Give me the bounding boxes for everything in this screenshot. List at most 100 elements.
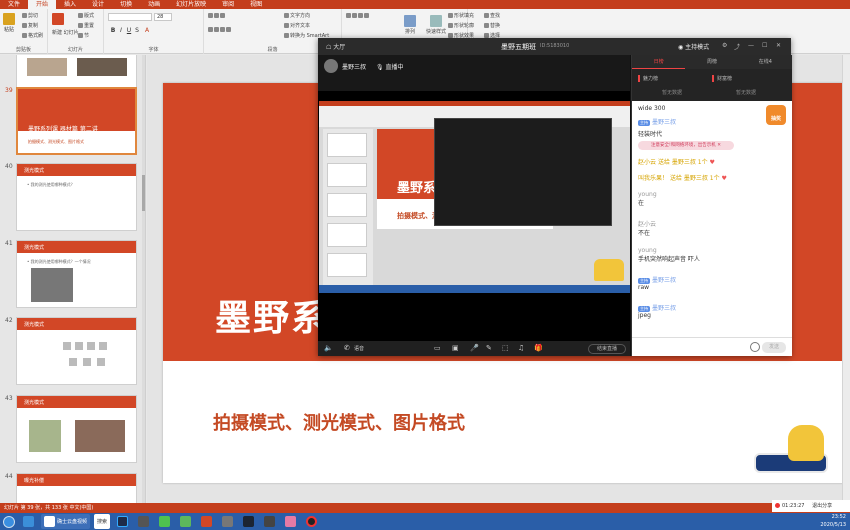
scrollbar-thumb[interactable]: [142, 175, 145, 211]
paste-icon: [3, 13, 15, 25]
slide-thumb-40[interactable]: 测光模式 • 我的测光使用哪种模式？: [16, 163, 137, 231]
tab-view[interactable]: 视图: [242, 0, 270, 9]
music-icon[interactable]: ♫: [518, 344, 524, 352]
tab-slideshow[interactable]: 幻灯片放映: [168, 0, 214, 9]
nested-thumbs: [323, 129, 373, 289]
start-button[interactable]: [0, 513, 18, 530]
shape-outline-button[interactable]: 形状轮廓: [448, 22, 474, 29]
taskbar-app[interactable]: [282, 514, 299, 529]
slide-thumb-42[interactable]: 测光模式: [16, 317, 137, 385]
replace-button[interactable]: 替换: [484, 22, 500, 29]
slide-subtitle[interactable]: 拍摄模式、测光模式、图片格式: [213, 409, 465, 435]
taskbar-recorder[interactable]: [303, 514, 320, 529]
section-button[interactable]: 节: [78, 32, 89, 39]
settings-icon[interactable]: ⚙: [722, 42, 727, 49]
minimize-icon[interactable]: —: [748, 42, 754, 49]
shapes-gallery[interactable]: [346, 13, 369, 18]
arrange-button[interactable]: 排列: [404, 15, 416, 35]
volume-icon[interactable]: 🔈: [324, 344, 333, 352]
tab-transitions[interactable]: 切换: [112, 0, 140, 9]
font-size-field[interactable]: 28: [154, 13, 172, 21]
taskbar-app[interactable]: [219, 514, 236, 529]
end-live-button[interactable]: 结束直播: [588, 344, 626, 354]
back-to-lobby-button[interactable]: ☖ 大厅: [326, 42, 345, 51]
taskbar-wechat[interactable]: [156, 514, 173, 529]
emoji-icon[interactable]: [750, 342, 760, 352]
phone-icon[interactable]: ✆: [344, 344, 350, 352]
thumbnail-scrollbar[interactable]: [142, 55, 145, 503]
slide-thumb-41[interactable]: 测光模式 • 我的测光使用哪种模式？一个情况: [16, 240, 137, 308]
notice-banner[interactable]: 注意安全!和网络环境，出告示机 ✕: [638, 141, 734, 150]
edit-icon[interactable]: ✎: [486, 344, 492, 352]
wealth-rank-value: 暂无数据: [736, 90, 757, 96]
tab-design[interactable]: 设计: [84, 0, 112, 9]
bold-button[interactable]: B: [110, 27, 116, 34]
cut-button[interactable]: 剪切: [22, 12, 38, 19]
quick-styles-button[interactable]: 快速样式: [426, 15, 446, 35]
align-buttons[interactable]: [208, 27, 231, 32]
underline-button[interactable]: U: [126, 27, 132, 34]
shape-fill-button[interactable]: 形状填充: [448, 12, 474, 19]
taskbar-cloud-video[interactable]: 确士云盘视频: [41, 514, 91, 529]
font-name-field[interactable]: [108, 13, 152, 21]
taskbar-lightroom[interactable]: [240, 514, 257, 529]
font-color-button[interactable]: A: [144, 27, 150, 34]
slide-title[interactable]: 墨野系: [215, 289, 329, 341]
taskbar-lr[interactable]: [135, 514, 152, 529]
taskbar-ie[interactable]: [20, 514, 37, 529]
new-slide-button[interactable]: [52, 13, 64, 25]
find-button[interactable]: 查找: [484, 12, 500, 19]
taskbar-powerpoint[interactable]: [198, 514, 215, 529]
send-button[interactable]: 发送: [762, 342, 786, 353]
voice-label[interactable]: 语音: [354, 345, 364, 352]
share-icon[interactable]: ⤴: [734, 42, 740, 51]
avatar[interactable]: [324, 59, 338, 73]
room-title: 墨野五期班: [501, 43, 536, 51]
pointer-icon[interactable]: ⬚: [502, 344, 509, 352]
paste-button[interactable]: 粘贴: [3, 13, 15, 33]
slide-thumb-43[interactable]: 测光模式: [16, 395, 137, 463]
maximize-icon[interactable]: ☐: [762, 42, 767, 49]
align-text-button[interactable]: 对齐文本: [284, 22, 310, 29]
floating-mascot-widget[interactable]: [754, 425, 830, 475]
tab-daily-rank[interactable]: 日榜: [632, 55, 686, 69]
layout-button[interactable]: 版式: [78, 12, 94, 19]
bullets-button[interactable]: [208, 13, 225, 18]
taskbar-search[interactable]: 搜索: [94, 514, 111, 529]
reset-button[interactable]: 重置: [78, 22, 94, 29]
host-mode-toggle[interactable]: ◉ 主持模式: [678, 42, 709, 51]
lottery-button[interactable]: 抽奖: [766, 105, 786, 125]
taskbar-app[interactable]: [177, 514, 194, 529]
microphone-icon[interactable]: 🎤: [470, 344, 479, 352]
system-tray[interactable]: 23:52 2020/5/13: [820, 513, 846, 530]
shadow-button[interactable]: S: [134, 27, 140, 34]
close-icon[interactable]: ✕: [776, 42, 781, 49]
slide-thumb-39[interactable]: 墨野系列课 器材篇 第二讲 拍摄模式、测光模式、图片格式: [16, 87, 137, 155]
tab-animations[interactable]: 动画: [140, 0, 168, 9]
slide-thumb-44[interactable]: 曝光补偿: [16, 473, 137, 503]
smartart-icon: [284, 33, 289, 38]
format-painter-button[interactable]: 格式刷: [22, 32, 43, 39]
italic-button[interactable]: I: [118, 27, 124, 34]
taskbar-app[interactable]: [261, 514, 278, 529]
tab-insert[interactable]: 插入: [56, 0, 84, 9]
tab-home[interactable]: 开始: [28, 0, 57, 9]
screen-share-icon[interactable]: ▣: [452, 344, 459, 352]
tab-weekly-rank[interactable]: 周榜: [685, 55, 738, 69]
chat-input[interactable]: [638, 342, 746, 353]
tab-review[interactable]: 审阅: [214, 0, 242, 9]
gift-icon[interactable]: 🎁: [534, 344, 543, 352]
video-stream[interactable]: 墨野系 拍摄模式、测光模式、图片格式: [318, 91, 630, 341]
thumb-bullet: • 我的测光使用哪种模式？一个情况: [27, 259, 91, 264]
tab-online[interactable]: 在线4: [739, 55, 792, 69]
copy-button[interactable]: 复制: [22, 22, 38, 29]
text-direction-button[interactable]: 文字方向: [284, 12, 310, 19]
room-id: ID:5183010: [540, 43, 570, 49]
tab-file[interactable]: 文件: [0, 0, 28, 9]
camera-icon[interactable]: ▭: [434, 344, 441, 352]
photoshop-icon: [117, 516, 129, 527]
app-icon: [285, 516, 297, 527]
exit-share-button[interactable]: 退出分享: [812, 503, 832, 509]
editor-scrollbar[interactable]: [842, 55, 850, 503]
taskbar-photoshop[interactable]: [114, 514, 131, 529]
